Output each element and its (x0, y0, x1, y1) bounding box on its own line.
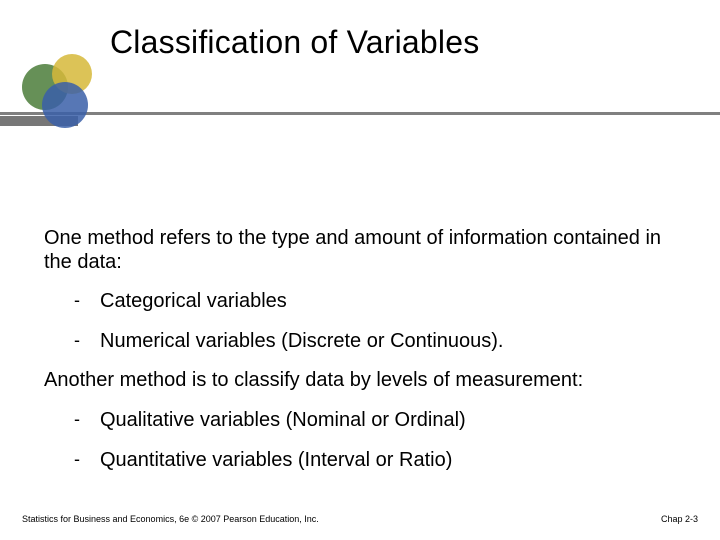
intro-line: One method refers to the type and amount… (44, 227, 661, 273)
bullet-numerical: Numerical variables (Discrete or Continu… (70, 330, 676, 354)
bullet-list-1: Categorical variables Numerical variable… (70, 290, 676, 353)
paragraph-second: Another method is to classify data by le… (44, 369, 676, 393)
paragraph-intro: One method refers to the type and amount… (44, 227, 676, 274)
bullet-list-2: Qualitative variables (Nominal or Ordina… (70, 409, 676, 472)
footer-left: Statistics for Business and Economics, 6… (22, 514, 319, 524)
slide-title: Classification of Variables (110, 24, 680, 61)
slide: Classification of Variables One method r… (0, 0, 720, 540)
bullet-categorical: Categorical variables (70, 290, 676, 314)
footer: Statistics for Business and Economics, 6… (22, 514, 698, 524)
bullet-qualitative: Qualitative variables (Nominal or Ordina… (70, 409, 676, 433)
logo-circles-icon (22, 54, 110, 142)
bullet-quantitative: Quantitative variables (Interval or Rati… (70, 449, 676, 473)
footer-right: Chap 2-3 (661, 514, 698, 524)
